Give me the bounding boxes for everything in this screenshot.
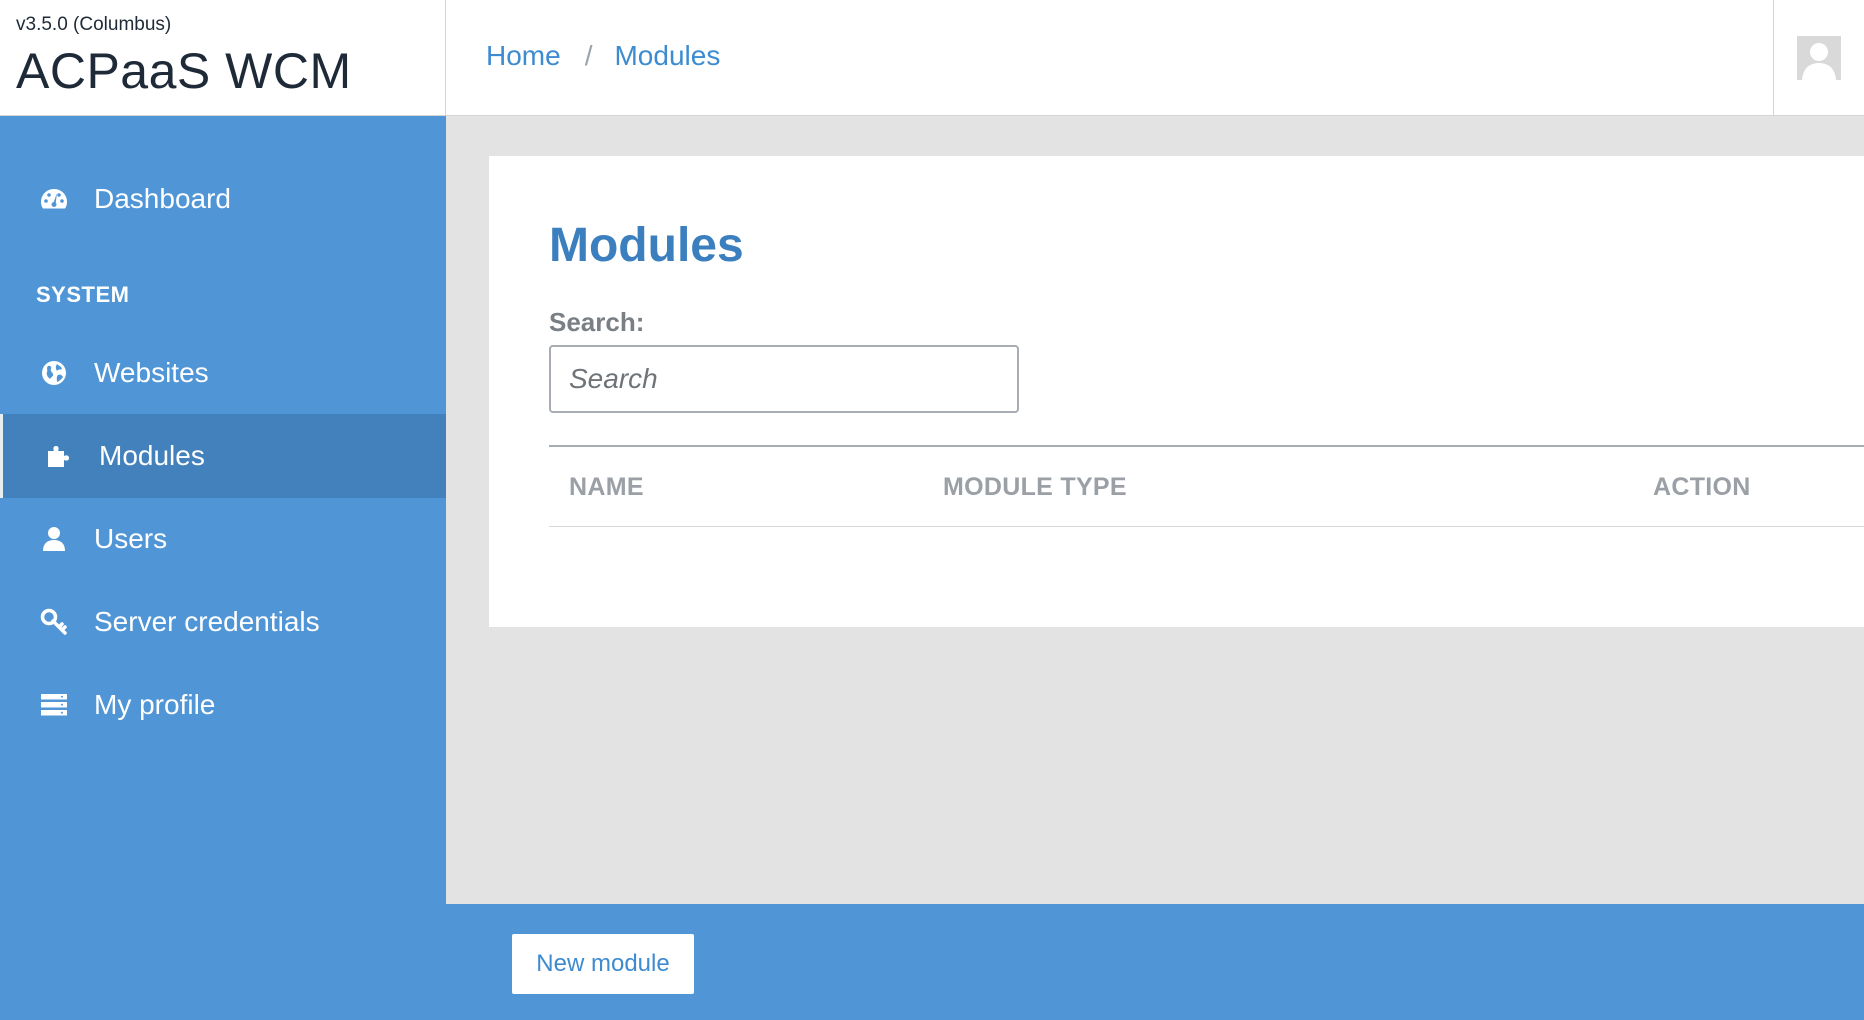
user-menu [1773, 0, 1864, 116]
breadcrumb-home-link[interactable]: Home [486, 40, 561, 72]
app-title[interactable]: ACPaaS WCM [16, 42, 352, 100]
sidebar: Dashboard SYSTEM Websites Modules Users … [0, 116, 446, 1020]
sidebar-item-label: Server credentials [94, 606, 320, 637]
server-stack-icon [40, 691, 68, 719]
modules-table: NAME MODULE TYPE ACTION [549, 445, 1864, 527]
search-label: Search: [549, 307, 645, 337]
sidebar-item-users[interactable]: Users [0, 497, 446, 581]
dashboard-gauge-icon [40, 185, 68, 213]
column-header-name[interactable]: NAME [569, 473, 644, 502]
user-avatar-icon[interactable] [1797, 36, 1841, 80]
sidebar-section-title: SYSTEM [36, 282, 130, 307]
puzzle-icon [45, 442, 73, 470]
globe-icon [40, 359, 68, 387]
sidebar-item-label: Websites [94, 357, 209, 388]
breadcrumb-modules-link[interactable]: Modules [614, 40, 720, 72]
modules-card: Modules Search: NAME MODULE TYPE ACTION [489, 156, 1864, 627]
column-header-action: ACTION [1653, 473, 1751, 501]
sidebar-item-label: Users [94, 523, 168, 554]
footer-action-bar: New module [446, 904, 1864, 1020]
column-header-module-type[interactable]: MODULE TYPE [943, 473, 1127, 502]
search-input[interactable] [549, 345, 1019, 413]
breadcrumb: Home / Modules [486, 40, 720, 72]
sidebar-item-my-profile[interactable]: My profile [0, 663, 446, 747]
sidebar-item-websites[interactable]: Websites [0, 331, 446, 415]
top-header: v3.5.0 (Columbus) ACPaaS WCM Home / Modu… [0, 0, 1864, 116]
sidebar-item-label: My profile [94, 689, 216, 720]
new-module-button[interactable]: New module [512, 934, 694, 994]
breadcrumb-separator: / [584, 40, 593, 71]
table-header: NAME MODULE TYPE ACTION [549, 445, 1864, 527]
sidebar-item-server-credentials[interactable]: Server credentials [0, 580, 446, 664]
page-title: Modules [549, 219, 744, 272]
brand-block: v3.5.0 (Columbus) ACPaaS WCM [0, 0, 446, 116]
sidebar-item-dashboard[interactable]: Dashboard [0, 157, 446, 241]
key-icon [40, 608, 68, 636]
user-icon [40, 525, 68, 553]
sidebar-item-label: Modules [99, 440, 205, 471]
sidebar-item-label: Dashboard [94, 183, 231, 214]
sidebar-item-modules[interactable]: Modules [0, 414, 446, 498]
version-label: v3.5.0 (Columbus) [16, 14, 172, 35]
